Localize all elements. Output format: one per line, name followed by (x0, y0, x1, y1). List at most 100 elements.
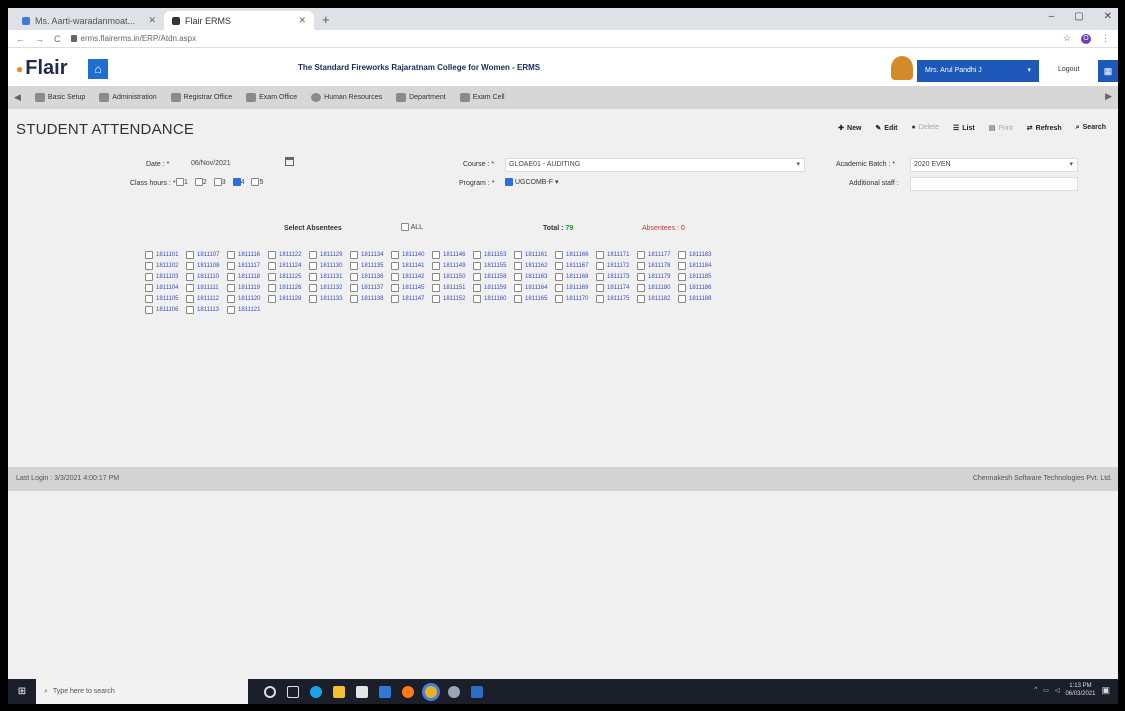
firefox-icon[interactable] (402, 685, 414, 698)
hour-checkbox-3[interactable] (213, 178, 222, 186)
roll-item[interactable]: 1811182 (637, 294, 678, 303)
roll-checkbox[interactable] (555, 261, 563, 270)
roll-item[interactable]: 1811160 (473, 294, 514, 303)
roll-checkbox[interactable] (678, 272, 686, 281)
roll-item[interactable]: 1811165 (514, 294, 555, 303)
nav-item-exam-office[interactable]: Exam Office (246, 93, 297, 102)
roll-item[interactable]: 1811126 (268, 283, 309, 292)
roll-item[interactable]: 1811108 (186, 261, 227, 270)
new-button[interactable]: ✚ New (838, 124, 861, 132)
roll-checkbox[interactable] (145, 283, 153, 292)
roll-item[interactable]: 1811133 (309, 294, 350, 303)
roll-checkbox[interactable] (309, 250, 317, 259)
nav-item-exam-cell[interactable]: Exam Cell (459, 93, 505, 102)
roll-item[interactable]: 1811184 (678, 261, 719, 270)
roll-item[interactable]: 1811107 (186, 250, 227, 259)
roll-checkbox[interactable] (350, 261, 358, 270)
file-explorer-icon[interactable] (333, 685, 345, 698)
nav-item-basic-setup[interactable]: Basic Setup (34, 93, 85, 102)
nav-item-registrar-office[interactable]: Registrar Office (170, 93, 232, 102)
roll-checkbox[interactable] (678, 261, 686, 270)
maximize-icon[interactable]: ▢ (1074, 11, 1083, 22)
edit-button[interactable]: ✎ Edit (875, 124, 897, 132)
roll-checkbox[interactable] (186, 305, 194, 314)
roll-checkbox[interactable] (350, 294, 358, 303)
roll-checkbox[interactable] (391, 283, 399, 292)
roll-checkbox[interactable] (637, 283, 645, 292)
back-icon[interactable]: ← (16, 34, 25, 44)
roll-checkbox[interactable] (309, 261, 317, 270)
roll-item[interactable]: 1811163 (514, 272, 555, 281)
close-window-icon[interactable]: ✕ (1104, 11, 1112, 22)
roll-item[interactable]: 1811125 (268, 272, 309, 281)
roll-checkbox[interactable] (391, 261, 399, 270)
roll-item[interactable]: 1811142 (391, 272, 432, 281)
search-button[interactable]: ⌕ Search (1076, 124, 1106, 132)
roll-item[interactable]: 1811168 (555, 272, 596, 281)
roll-checkbox[interactable] (432, 283, 440, 292)
url-field[interactable]: erms.flairerms.in/ERP/Atdn.aspx (70, 34, 1053, 43)
roll-checkbox[interactable] (309, 294, 317, 303)
batch-select[interactable]: 2020 EVEN ▾ (910, 158, 1078, 172)
roll-checkbox[interactable] (678, 294, 686, 303)
roll-item[interactable]: 1811146 (432, 250, 473, 259)
roll-checkbox[interactable] (596, 250, 604, 259)
roll-checkbox[interactable] (432, 250, 440, 259)
roll-item[interactable]: 1811128 (268, 294, 309, 303)
print-button[interactable]: ▤ Print (989, 124, 1013, 132)
roll-item[interactable]: 1811166 (555, 250, 596, 259)
star-icon[interactable]: ☆ (1063, 33, 1071, 44)
windows-start-icon[interactable]: ⊞ (12, 679, 32, 704)
roll-item[interactable]: 1811132 (309, 283, 350, 292)
roll-checkbox[interactable] (227, 305, 235, 314)
roll-checkbox[interactable] (391, 294, 399, 303)
roll-checkbox[interactable] (186, 283, 194, 292)
roll-checkbox[interactable] (350, 250, 358, 259)
roll-item[interactable]: 1811103 (145, 272, 186, 281)
roll-item[interactable]: 1811117 (227, 261, 268, 270)
roll-checkbox[interactable] (145, 261, 153, 270)
roll-checkbox[interactable] (268, 272, 276, 281)
roll-checkbox[interactable] (227, 250, 235, 259)
roll-checkbox[interactable] (514, 294, 522, 303)
roll-item[interactable]: 1811159 (473, 283, 514, 292)
roll-checkbox[interactable] (186, 294, 194, 303)
roll-checkbox[interactable] (432, 261, 440, 270)
roll-item[interactable]: 1811138 (350, 294, 391, 303)
roll-item[interactable]: 1811140 (391, 250, 432, 259)
roll-checkbox[interactable] (186, 250, 194, 259)
browser-tab-active[interactable]: Flair ERMS ✕ (164, 11, 314, 30)
roll-checkbox[interactable] (473, 272, 481, 281)
roll-item[interactable]: 1811112 (186, 294, 227, 303)
roll-item[interactable]: 1811118 (227, 272, 268, 281)
roll-checkbox[interactable] (145, 305, 153, 314)
roll-item[interactable]: 1811101 (145, 250, 186, 259)
chrome-icon[interactable] (425, 685, 437, 698)
mail-icon[interactable] (379, 685, 391, 698)
network-icon[interactable]: ▭ (1043, 687, 1049, 694)
roll-checkbox[interactable] (678, 283, 686, 292)
roll-item[interactable]: 1811173 (596, 272, 637, 281)
roll-checkbox[interactable] (227, 272, 235, 281)
reload-icon[interactable]: C (54, 34, 61, 44)
profile-avatar[interactable]: O (1081, 33, 1091, 44)
roll-checkbox[interactable] (555, 272, 563, 281)
minimize-icon[interactable]: – (1049, 11, 1055, 22)
course-select[interactable]: GLOAE01 - AUDITING ▾ (505, 158, 805, 172)
delete-button[interactable]: ● Delete (912, 124, 939, 132)
roll-item[interactable]: 1811106 (145, 305, 186, 314)
roll-checkbox[interactable] (637, 250, 645, 259)
roll-item[interactable]: 1811180 (637, 283, 678, 292)
additional-staff-input[interactable] (910, 177, 1078, 191)
roll-checkbox[interactable] (227, 283, 235, 292)
roll-item[interactable]: 1811186 (678, 283, 719, 292)
roll-item[interactable]: 1811172 (596, 261, 637, 270)
roll-item[interactable]: 1811111 (186, 283, 227, 292)
select-all-checkbox[interactable] (401, 223, 409, 231)
roll-checkbox[interactable] (145, 272, 153, 281)
roll-checkbox[interactable] (596, 294, 604, 303)
roll-checkbox[interactable] (596, 261, 604, 270)
roll-item[interactable]: 1811129 (309, 250, 350, 259)
roll-checkbox[interactable] (309, 272, 317, 281)
roll-checkbox[interactable] (473, 283, 481, 292)
